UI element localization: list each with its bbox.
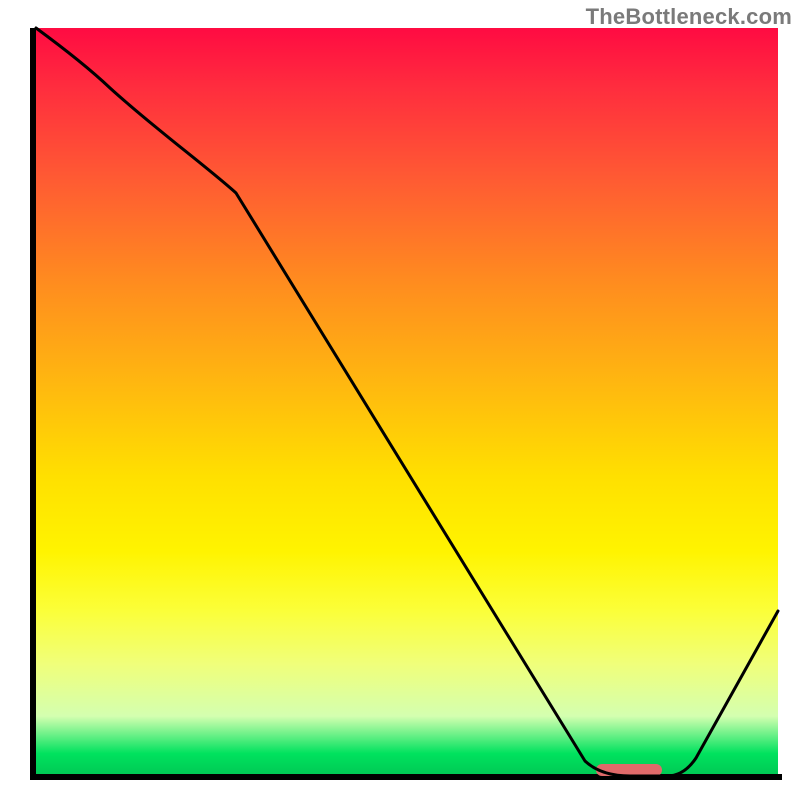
bottleneck-curve	[36, 28, 778, 776]
plot-area	[36, 28, 778, 776]
chart-frame: TheBottleneck.com	[0, 0, 800, 800]
watermark-text: TheBottleneck.com	[586, 4, 792, 30]
